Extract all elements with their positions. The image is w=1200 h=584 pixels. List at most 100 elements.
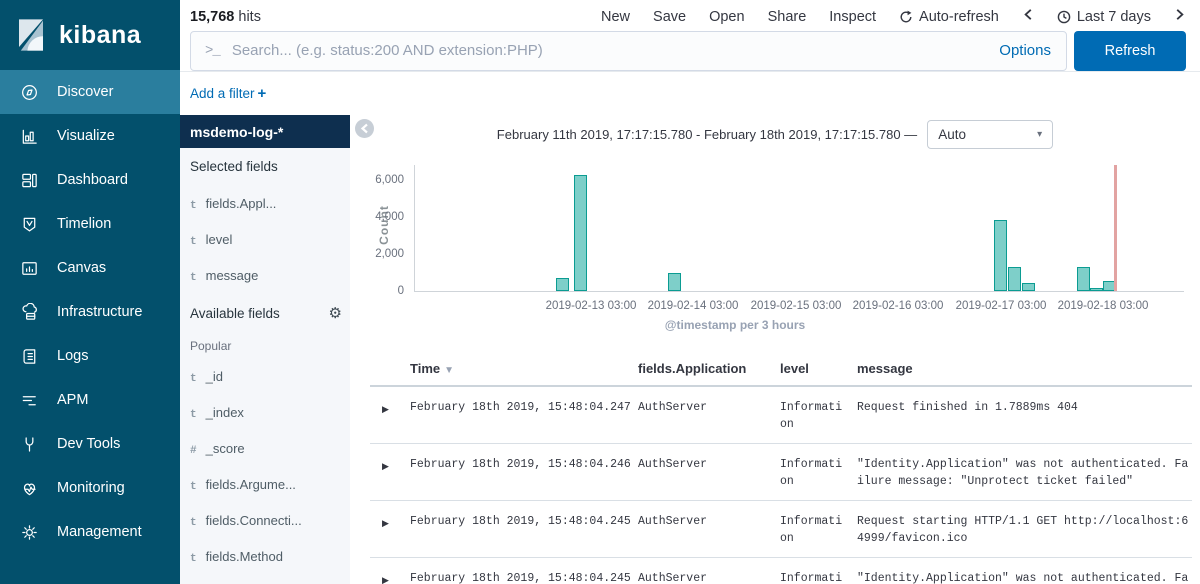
sidebar-item-label: Timelion [57, 216, 111, 232]
fields-panel: msdemo-log-* Selected fields tfields.App… [180, 115, 350, 584]
field-item[interactable]: t _id [190, 369, 342, 385]
x-axis-tick-label: 2019-02-13 03:00 [536, 300, 646, 312]
column-header-level[interactable]: level [780, 361, 857, 376]
histogram-bar[interactable] [556, 278, 569, 291]
histogram-bar[interactable] [994, 220, 1007, 291]
menu-item-new[interactable]: New [601, 9, 630, 25]
field-item[interactable]: t_index [190, 405, 342, 421]
table-row: ▶February 18th 2019, 15:48:04.245AuthSer… [370, 501, 1192, 558]
menu-item-share[interactable]: Share [768, 9, 807, 25]
top-bar-row1: 15,768 hits New Save Open Share Inspect … [180, 0, 1200, 29]
logs-icon [20, 347, 39, 366]
current-time-marker [1114, 165, 1117, 291]
field-item[interactable]: t fields.Method [190, 549, 342, 565]
sidebar-item-label: Infrastructure [57, 304, 142, 320]
field-item[interactable]: tfields.Argume... [190, 477, 342, 493]
sidebar-item-discover[interactable]: Discover [0, 70, 180, 114]
sidebar-item-management[interactable]: Management [0, 510, 180, 554]
histogram-bar[interactable] [1022, 283, 1035, 291]
expand-row-caret[interactable]: ▶ [370, 501, 410, 557]
cell-level: Information [780, 501, 857, 557]
field-item[interactable]: tfields.Connecti... [190, 513, 342, 529]
sidebar-item-label: Dashboard [57, 172, 128, 188]
sidebar-item-label: Dev Tools [57, 436, 120, 452]
index-pattern-selector[interactable]: msdemo-log-* [180, 115, 350, 148]
cell-time: February 18th 2019, 15:48:04.245 [410, 558, 638, 584]
field-name: fields.Method [206, 549, 283, 564]
field-type-icon: t [190, 517, 197, 529]
histogram-bar[interactable] [574, 175, 587, 291]
field-type-icon: t [190, 373, 197, 385]
field-type-icon: t [190, 236, 197, 248]
x-axis-tick-label: 2019-02-15 03:00 [741, 300, 851, 312]
sidebar-item-logs[interactable]: Logs [0, 334, 180, 378]
time-range-picker[interactable]: Last 7 days [1057, 9, 1151, 25]
table-row: ▶February 18th 2019, 15:48:04.246AuthSer… [370, 444, 1192, 501]
cell-time: February 18th 2019, 15:48:04.245 [410, 501, 638, 557]
sidebar-item-apm[interactable]: APM [0, 378, 180, 422]
clock-icon [1057, 10, 1071, 24]
sidebar-item-infrastructure[interactable]: Infrastructure [0, 290, 180, 334]
x-axis-title: @timestamp per 3 hours [350, 318, 1120, 332]
sidebar-nav: DiscoverVisualize Dashboard Timelion Canvas… [0, 70, 180, 554]
field-item[interactable]: tfields.Appl... [190, 196, 342, 212]
popular-fields-title: Popular [190, 339, 342, 353]
auto-refresh-button[interactable]: Auto-refresh [899, 9, 999, 25]
discover-main-panel: February 11th 2019, 17:17:15.780 - Febru… [350, 115, 1200, 584]
time-back-button[interactable] [1022, 8, 1034, 25]
cell-application: AuthServer [638, 444, 780, 500]
column-header-message[interactable]: message [857, 361, 1192, 376]
cell-message: "Identity.Application" was not authentic… [857, 558, 1192, 584]
expand-row-caret[interactable]: ▶ [370, 387, 410, 443]
add-filter-button[interactable]: Add a filter+ [190, 85, 266, 102]
table-header-row: Time▼ fields.Application level message [370, 352, 1192, 387]
field-name: _id [206, 369, 223, 384]
content-area: msdemo-log-* Selected fields tfields.App… [180, 115, 1200, 584]
y-axis-tick-label: 4,000 [350, 211, 404, 223]
x-axis-tick-label: 2019-02-18 03:00 [1048, 300, 1158, 312]
histogram-bar[interactable] [668, 273, 681, 292]
histogram-bar[interactable] [1008, 267, 1021, 291]
field-item[interactable]: tlevel [190, 232, 342, 248]
sidebar-item-timelion[interactable]: Timelion [0, 202, 180, 246]
sidebar-item-monitoring[interactable]: Monitoring [0, 466, 180, 510]
top-bar-row2: >_ Options Refresh [180, 29, 1200, 72]
histogram-bar[interactable] [1090, 288, 1103, 291]
menu-item-inspect[interactable]: Inspect [829, 9, 876, 25]
menu-item-open[interactable]: Open [709, 9, 744, 25]
sidebar-item-dev-tools[interactable]: Dev Tools [0, 422, 180, 466]
expand-row-caret[interactable]: ▶ [370, 558, 410, 584]
menu-item-save[interactable]: Save [653, 9, 686, 25]
kibana-logo[interactable]: kibana [0, 0, 180, 70]
cell-message: Request finished in 1.7889ms 404 [857, 387, 1192, 443]
refresh-button[interactable]: Refresh [1074, 31, 1186, 71]
sidebar: kibana DiscoverVisualize Dashboard Timelio… [0, 0, 180, 584]
hits-count: 15,768 hits [190, 9, 261, 25]
top-bar: 15,768 hits New Save Open Share Inspect … [180, 0, 1200, 72]
plus-icon: + [258, 85, 267, 102]
available-fields-header: Available fields ⚙ [190, 304, 342, 333]
field-settings-gear-icon[interactable]: ⚙ [329, 304, 342, 323]
search-input[interactable] [232, 42, 984, 59]
x-axis-tick-label: 2019-02-16 03:00 [843, 300, 953, 312]
time-forward-button[interactable] [1174, 8, 1186, 25]
field-item[interactable]: #_score [190, 441, 342, 457]
header-caret-spacer [370, 361, 410, 376]
column-header-application[interactable]: fields.Application [638, 361, 780, 376]
column-header-time[interactable]: Time▼ [410, 361, 638, 376]
interval-value: Auto [938, 127, 966, 142]
options-link[interactable]: Options [984, 42, 1066, 59]
interval-select[interactable]: Auto ▾ [927, 120, 1053, 149]
sidebar-item-visualize[interactable]: Visualize [0, 114, 180, 158]
histogram-bar[interactable] [1077, 267, 1090, 291]
management-icon [20, 523, 39, 542]
sidebar-item-dashboard[interactable]: Dashboard [0, 158, 180, 202]
expand-row-caret[interactable]: ▶ [370, 444, 410, 500]
sidebar-item-label: APM [57, 392, 88, 408]
field-type-icon: t [190, 553, 197, 565]
plot-area [414, 165, 1184, 292]
timelion-icon [20, 215, 39, 234]
field-item[interactable]: tmessage [190, 268, 342, 284]
sidebar-item-canvas[interactable]: Canvas [0, 246, 180, 290]
cell-level: Information [780, 387, 857, 443]
